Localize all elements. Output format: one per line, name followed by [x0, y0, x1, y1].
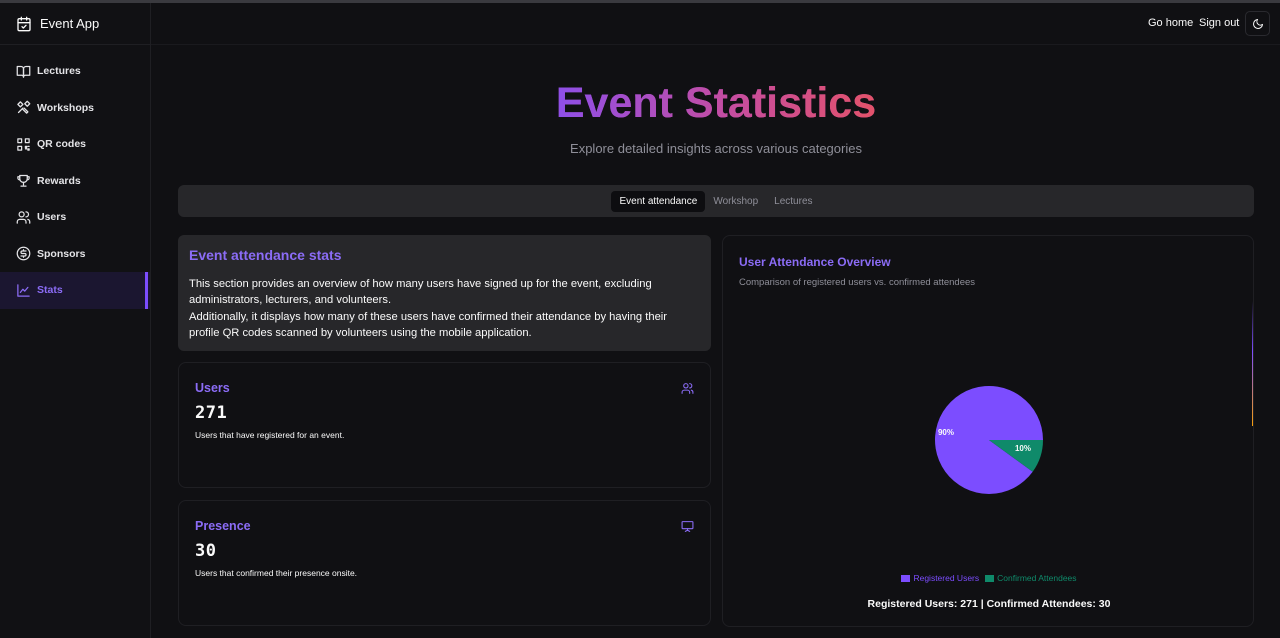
- pie-label-registered: 90%: [938, 428, 954, 437]
- stats-tabs: Event attendance Workshop Lectures: [178, 185, 1254, 217]
- sidebar-item-qr-codes[interactable]: QR codes: [0, 126, 150, 163]
- tab-event-attendance[interactable]: Event attendance: [611, 190, 706, 212]
- users-icon: [681, 383, 694, 394]
- presentation-icon: [681, 521, 694, 532]
- card-title: Users: [195, 381, 230, 395]
- sidebar-item-workshops[interactable]: Workshops: [0, 90, 150, 127]
- users-stat-card: Users 271 Users that have registered for…: [178, 362, 711, 488]
- sidebar: Event App Lectures Workshops QR codes Re…: [0, 3, 151, 638]
- info-line-1: This section provides an overview of how…: [189, 278, 652, 307]
- book-open-icon: [16, 65, 31, 78]
- tab-workshop[interactable]: Workshop: [705, 191, 766, 212]
- sidebar-item-lectures[interactable]: Lectures: [0, 53, 150, 90]
- legend-swatch: [985, 574, 995, 582]
- sidebar-item-users[interactable]: Users: [0, 199, 150, 236]
- card-title: Presence: [195, 519, 251, 533]
- qr-code-icon: [17, 138, 30, 151]
- legend-swatch: [901, 574, 911, 582]
- app-brand[interactable]: Event App: [0, 3, 150, 45]
- go-home-link[interactable]: Go home: [1148, 17, 1193, 29]
- sidebar-item-label: Stats: [37, 284, 63, 297]
- card-description: Users that confirmed their presence onsi…: [195, 568, 358, 578]
- sidebar-nav: Lectures Workshops QR codes Rewards User…: [0, 53, 150, 309]
- attendance-pie-chart: 90% 10%: [935, 385, 1043, 494]
- legend-item-registered[interactable]: Registered Users: [901, 573, 979, 583]
- calendar-check-icon: [17, 16, 31, 31]
- top-header: Go home Sign out: [151, 3, 1280, 45]
- tools-icon: [17, 100, 31, 114]
- dollar-circle-icon: [16, 246, 31, 261]
- sidebar-item-stats[interactable]: Stats: [0, 272, 150, 309]
- page-title: Event Statistics: [178, 78, 1254, 128]
- legend-label: Confirmed Attendees: [997, 573, 1077, 583]
- legend-label: Registered Users: [913, 573, 980, 583]
- page-subtitle: Explore detailed insights across various…: [570, 141, 862, 156]
- info-line-2: Additionally, it displays how many of th…: [189, 310, 668, 339]
- tab-lectures[interactable]: Lectures: [766, 191, 820, 212]
- info-text: This section provides an overview of how…: [189, 276, 700, 341]
- sidebar-item-rewards[interactable]: Rewards: [0, 163, 150, 200]
- card-value: 271: [195, 403, 228, 423]
- app-name: Event App: [40, 16, 100, 31]
- card-description: Users that have registered for an event.: [195, 430, 345, 440]
- pie-label-confirmed: 10%: [1015, 444, 1031, 453]
- card-value: 30: [195, 541, 217, 561]
- sidebar-item-label: Lectures: [37, 65, 81, 78]
- sidebar-item-label: Rewards: [37, 174, 81, 187]
- info-panel: Event attendance stats This section prov…: [178, 235, 711, 351]
- presence-stat-card: Presence 30 Users that confirmed their p…: [178, 500, 711, 626]
- chart-summary: Registered Users: 271 | Confirmed Attend…: [867, 598, 1111, 610]
- moon-icon: [1252, 18, 1263, 29]
- attendance-chart-card: User Attendance Overview Comparison of r…: [722, 235, 1254, 627]
- sidebar-item-label: Users: [37, 211, 67, 224]
- card-glow: [509, 500, 639, 501]
- sidebar-item-label: Sponsors: [37, 247, 86, 260]
- sidebar-item-label: QR codes: [37, 138, 87, 151]
- sidebar-item-label: Workshops: [37, 101, 94, 114]
- info-title: Event attendance stats: [189, 247, 342, 263]
- users-icon: [16, 211, 31, 224]
- theme-toggle-button[interactable]: [1245, 11, 1270, 36]
- trophy-icon: [17, 175, 30, 187]
- sign-out-link[interactable]: Sign out: [1199, 17, 1239, 29]
- sidebar-item-sponsors[interactable]: Sponsors: [0, 236, 150, 273]
- legend-item-confirmed[interactable]: Confirmed Attendees: [985, 573, 1077, 583]
- line-chart-icon: [17, 284, 30, 297]
- chart-legend: Registered Users Confirmed Attendees: [723, 573, 1253, 583]
- pie-slice-registered[interactable]: [935, 385, 1043, 494]
- card-glow: [509, 362, 639, 363]
